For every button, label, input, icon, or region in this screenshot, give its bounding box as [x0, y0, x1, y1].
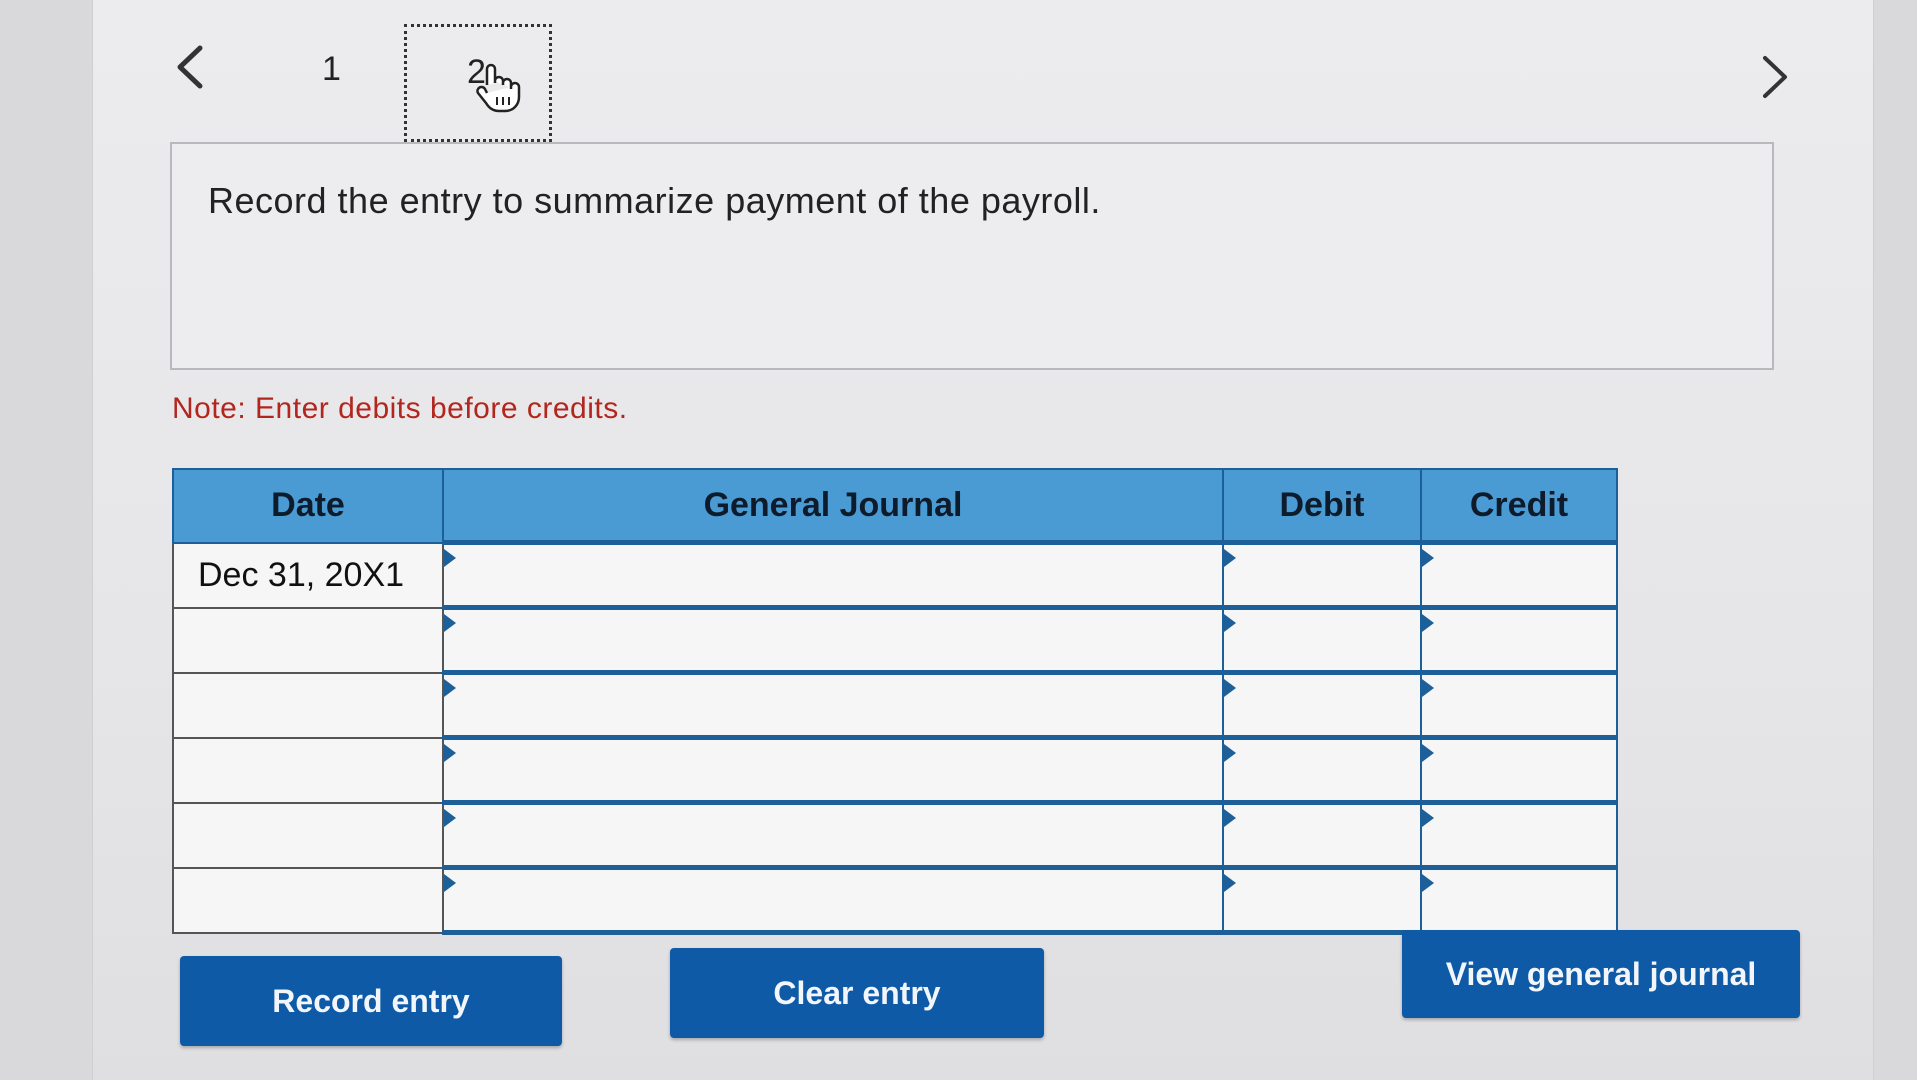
journal-debit-cell: [1222, 605, 1422, 675]
journal-debit-input[interactable]: [1224, 740, 1420, 800]
journal-account-input[interactable]: [444, 610, 1222, 670]
journal-account-input[interactable]: [444, 740, 1222, 800]
chevron-left-icon[interactable]: [170, 42, 210, 92]
question-box: Record the entry to summarize payment of…: [170, 142, 1774, 370]
journal-date-cell: Dec 31, 20X1: [172, 541, 444, 609]
cell-marker-icon: [1422, 614, 1434, 632]
journal-credit-cell: [1420, 605, 1618, 675]
clear-entry-button[interactable]: Clear entry: [670, 948, 1044, 1038]
question-text: Record the entry to summarize payment of…: [208, 180, 1101, 221]
journal-debit-input[interactable]: [1224, 545, 1420, 605]
cell-marker-icon: [1422, 679, 1434, 697]
journal-date-cell: [172, 801, 444, 869]
journal-row: [172, 735, 1618, 805]
journal-debit-cell: [1222, 800, 1422, 870]
cell-marker-icon: [444, 549, 456, 567]
page-2-tab[interactable]: 2: [404, 24, 552, 142]
journal-debit-input[interactable]: [1224, 610, 1420, 670]
debit-column-header: Debit: [1222, 468, 1422, 544]
cell-marker-icon: [1422, 809, 1434, 827]
date-column-header: Date: [172, 468, 444, 544]
view-general-journal-button[interactable]: View general journal: [1402, 930, 1800, 1018]
general-journal-column-header: General Journal: [442, 468, 1224, 544]
cell-marker-icon: [1224, 679, 1236, 697]
credit-column-header: Credit: [1420, 468, 1618, 544]
cell-marker-icon: [1422, 874, 1434, 892]
general-journal-table: Date General Journal Debit Credit Dec 31…: [172, 468, 1618, 935]
journal-credit-cell: [1420, 670, 1618, 740]
chevron-right-icon[interactable]: [1755, 52, 1795, 102]
cell-marker-icon: [1422, 549, 1434, 567]
cell-marker-icon: [1224, 744, 1236, 762]
journal-account-cell: [442, 540, 1224, 610]
journal-account-cell: [442, 605, 1224, 675]
cell-marker-icon: [444, 874, 456, 892]
cell-marker-icon: [444, 744, 456, 762]
page-1-tab[interactable]: 1: [322, 50, 341, 89]
instruction-note: Note: Enter debits before credits.: [172, 392, 628, 425]
journal-credit-input[interactable]: [1422, 610, 1616, 670]
journal-credit-input[interactable]: [1422, 675, 1616, 735]
journal-credit-input[interactable]: [1422, 740, 1616, 800]
journal-debit-input[interactable]: [1224, 870, 1420, 930]
journal-account-input[interactable]: [444, 870, 1222, 930]
journal-account-cell: [442, 800, 1224, 870]
journal-debit-cell: [1222, 865, 1422, 935]
hand-pointer-icon: [476, 63, 521, 113]
cell-marker-icon: [1224, 549, 1236, 567]
journal-row: [172, 605, 1618, 675]
journal-row: [172, 865, 1618, 935]
journal-account-cell: [442, 735, 1224, 805]
journal-account-cell: [442, 865, 1224, 935]
journal-debit-cell: [1222, 670, 1422, 740]
journal-debit-input[interactable]: [1224, 805, 1420, 865]
journal-account-input[interactable]: [444, 675, 1222, 735]
journal-debit-input[interactable]: [1224, 675, 1420, 735]
journal-debit-cell: [1222, 540, 1422, 610]
journal-account-input[interactable]: [444, 545, 1222, 605]
cell-marker-icon: [444, 809, 456, 827]
journal-row: [172, 800, 1618, 870]
journal-credit-input[interactable]: [1422, 545, 1616, 605]
cell-marker-icon: [1224, 874, 1236, 892]
journal-date-cell: [172, 736, 444, 804]
cell-marker-icon: [444, 679, 456, 697]
cell-marker-icon: [444, 614, 456, 632]
journal-account-cell: [442, 670, 1224, 740]
journal-account-input[interactable]: [444, 805, 1222, 865]
journal-date-cell: [172, 606, 444, 674]
journal-credit-cell: [1420, 735, 1618, 805]
cell-marker-icon: [1224, 614, 1236, 632]
journal-credit-cell: [1420, 540, 1618, 610]
cell-marker-icon: [1422, 744, 1434, 762]
journal-credit-input[interactable]: [1422, 805, 1616, 865]
record-entry-button[interactable]: Record entry: [180, 956, 562, 1046]
journal-row: [172, 670, 1618, 740]
journal-credit-cell: [1420, 865, 1618, 935]
journal-credit-input[interactable]: [1422, 870, 1616, 930]
journal-debit-cell: [1222, 735, 1422, 805]
journal-date-cell: [172, 671, 444, 739]
journal-date-cell: [172, 866, 444, 934]
table-header-row: Date General Journal Debit Credit: [172, 468, 1618, 544]
journal-row: Dec 31, 20X1: [172, 540, 1618, 610]
cell-marker-icon: [1224, 809, 1236, 827]
journal-credit-cell: [1420, 800, 1618, 870]
